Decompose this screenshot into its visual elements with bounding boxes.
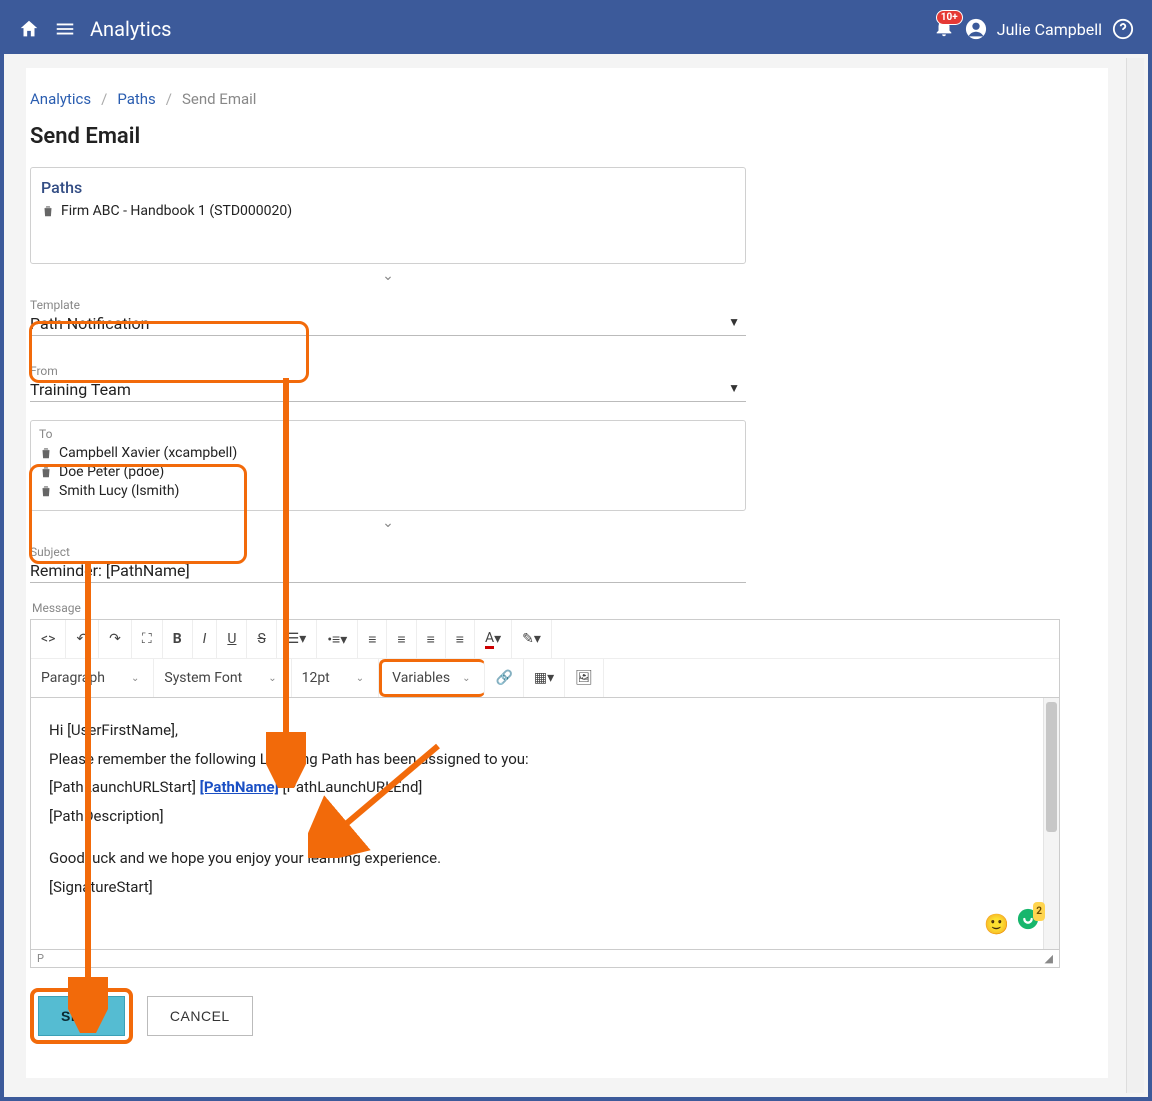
from-field[interactable]: From Training Team ▼ [30,364,746,402]
editor-path-indicator: P [37,952,44,965]
undo-button[interactable]: ↶ [66,620,99,658]
trash-icon[interactable] [39,465,53,479]
path-item-label: Firm ABC - Handbook 1 (STD000020) [61,203,292,219]
italic-button[interactable]: I [193,620,218,658]
fullscreen-button[interactable]: ⛶ [132,620,163,658]
to-field: To Campbell Xavier (xcampbell) Doe Peter… [30,420,746,511]
editor-line: [SignatureStart] [49,873,1041,902]
avatar-icon[interactable] [965,18,987,40]
editor-line: [PathDescription] [49,802,1041,831]
chevron-down-icon[interactable]: ⌄ [382,515,394,531]
editor-toolbar: <> ↶ ↷ ⛶ B I U S ☰▾ •≡▾ ≡ ≡ ≡ [30,619,1060,698]
send-button[interactable]: SEND [38,996,125,1036]
editor-scrollbar[interactable] [1043,698,1059,949]
path-item: Firm ABC - Handbook 1 (STD000020) [41,203,735,219]
notification-badge: 10+ [936,10,963,25]
grammarly-icon[interactable]: 2 [1017,908,1039,940]
template-field[interactable]: Template Path Notification ▼ [30,298,746,336]
page-scrollbar[interactable] [1126,58,1144,1093]
block-format-select[interactable]: Paragraph⌄ [31,659,154,697]
pathname-variable-link[interactable]: [PathName] [200,778,279,796]
text-color-button[interactable]: A▾ [475,620,512,658]
highlight-button[interactable]: ✎▾ [512,620,552,658]
editor-line: [PathLaunchURLStart] [PathName] [PathLau… [49,773,1041,802]
message-label: Message [32,601,1104,615]
align-right-button[interactable]: ≡ [417,620,446,658]
redo-button[interactable]: ↷ [99,620,132,658]
breadcrumb-paths[interactable]: Paths [117,90,155,108]
breadcrumb: Analytics / Paths / Send Email [30,90,1104,116]
editor-line: Hi [UserFirstName], [49,716,1041,745]
page-title: Send Email [30,124,1104,149]
emoji-icon[interactable]: 🙂 [984,905,1009,943]
editor-line: Please remember the following Learning P… [49,745,1041,774]
recipient-name: Smith Lucy (lsmith) [59,483,179,499]
subject-value: Reminder: [PathName] [30,561,746,580]
user-name: Julie Campbell [997,20,1102,39]
paths-label: Paths [41,178,735,197]
editor-statusbar: P ◢ [30,950,1060,968]
image-button[interactable]: 🖼 [565,659,604,697]
underline-button[interactable]: U [217,620,247,658]
variables-dropdown[interactable]: Variables⌄ [379,659,485,697]
recipient-row: Doe Peter (pdoe) [39,464,737,480]
bold-button[interactable]: B [163,620,193,658]
subject-field[interactable]: Subject Reminder: [PathName] [30,545,746,583]
breadcrumb-analytics[interactable]: Analytics [30,90,91,108]
resize-handle-icon[interactable]: ◢ [1045,952,1053,965]
appbar-title: Analytics [90,17,172,41]
trash-icon[interactable] [39,446,53,460]
dropdown-icon[interactable]: ▼ [728,381,740,395]
template-value: Path Notification [30,314,746,333]
grammarly-count-badge: 2 [1033,902,1045,921]
link-button[interactable]: 🔗 [485,659,523,697]
align-justify-button[interactable]: ≡ [446,620,475,658]
menu-icon[interactable] [54,18,76,40]
align-center-button[interactable]: ≡ [387,620,416,658]
recipient-row: Campbell Xavier (xcampbell) [39,445,737,461]
subject-label: Subject [30,545,746,559]
app-bar: Analytics 10+ Julie Campbell [4,4,1148,54]
font-size-select[interactable]: 12pt⌄ [292,659,380,697]
recipient-row: Smith Lucy (lsmith) [39,483,737,499]
align-left-button[interactable]: ≡ [358,620,387,658]
bullet-list-button[interactable]: •≡▾ [317,620,358,658]
home-icon[interactable] [18,18,40,40]
strikethrough-button[interactable]: S [247,620,276,658]
dropdown-icon[interactable]: ▼ [728,315,740,329]
numbered-list-button[interactable]: ☰▾ [277,620,318,658]
from-label: From [30,364,746,378]
trash-icon[interactable] [41,204,55,218]
source-code-button[interactable]: <> [31,620,66,658]
notifications-button[interactable]: 10+ [933,16,955,42]
help-icon[interactable] [1112,18,1134,40]
cancel-button[interactable]: CANCEL [147,996,253,1036]
chevron-down-icon[interactable]: ⌄ [382,268,394,284]
editor-textarea[interactable]: Hi [UserFirstName], Please remember the … [30,698,1060,950]
breadcrumb-current: Send Email [182,90,256,108]
table-button[interactable]: ▦▾ [524,659,565,697]
to-label: To [39,427,737,441]
paths-card: Paths Firm ABC - Handbook 1 (STD000020) [30,167,746,264]
editor-line: Good luck and we hope you enjoy your lea… [49,844,1041,873]
from-value: Training Team [30,380,746,399]
recipient-name: Doe Peter (pdoe) [59,464,164,480]
template-label: Template [30,298,746,312]
font-family-select[interactable]: System Font⌄ [154,659,291,697]
recipient-name: Campbell Xavier (xcampbell) [59,445,237,461]
trash-icon[interactable] [39,484,53,498]
